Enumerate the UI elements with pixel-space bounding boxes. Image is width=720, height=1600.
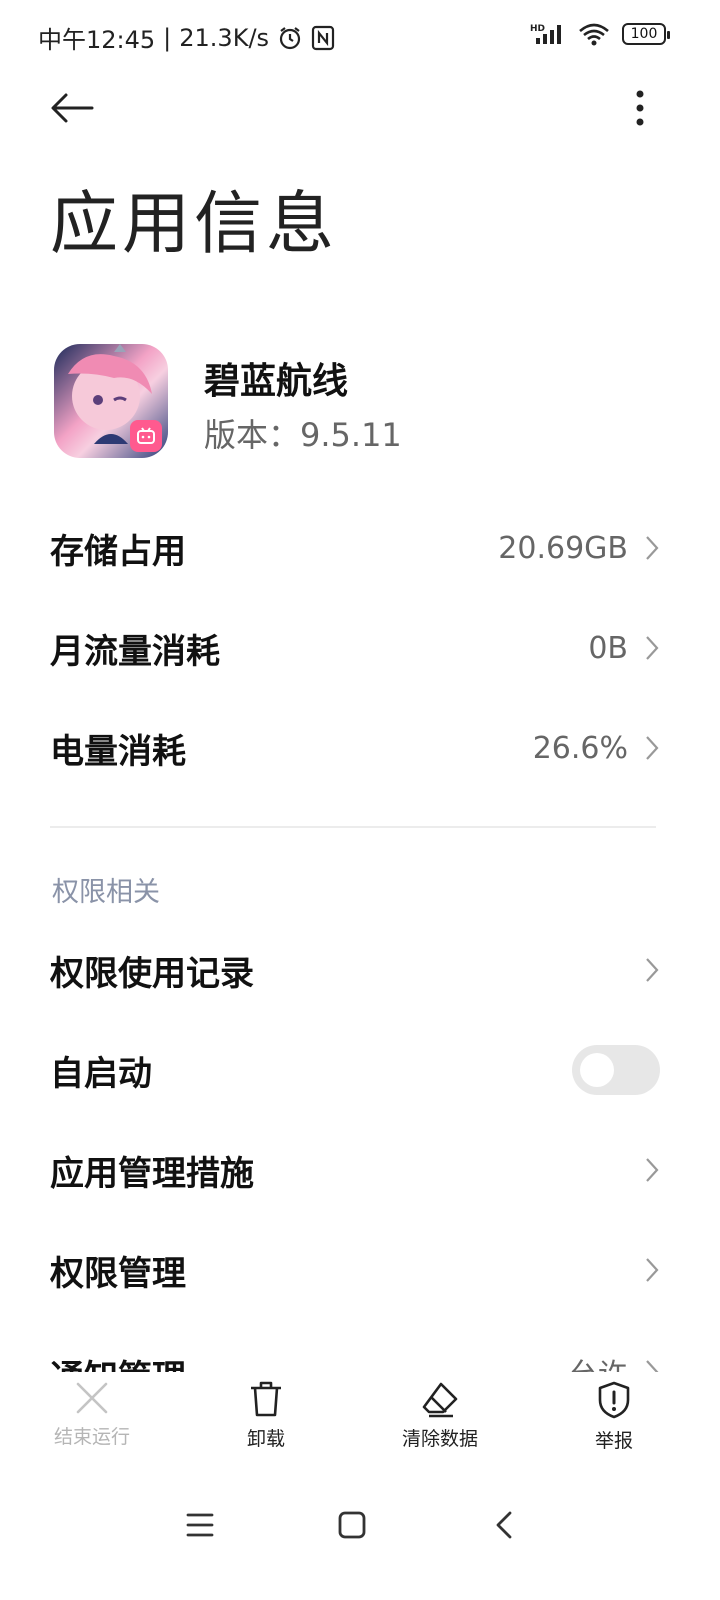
permission-management-row[interactable]: 权限管理 [50, 1220, 660, 1320]
data-usage-label: 月流量消耗 [50, 631, 220, 672]
permission-management-label: 权限管理 [50, 1253, 186, 1294]
report-label: 举报 [594, 1430, 633, 1452]
section-title-permissions: 权限相关 [52, 877, 160, 908]
battery-level: 100 [630, 26, 658, 42]
uninstall-label: 卸载 [246, 1428, 285, 1450]
app-management-label: 应用管理措施 [50, 1153, 254, 1194]
chevron-right-icon [646, 536, 659, 560]
square-icon [338, 1511, 366, 1539]
data-usage-row[interactable]: 月流量消耗 0B [50, 598, 660, 698]
status-network-speed: 21.3K/s [179, 23, 270, 52]
arrow-left-icon [51, 93, 94, 123]
status-time: 中午12:45 [38, 26, 156, 54]
back-nav-button[interactable] [474, 1500, 534, 1550]
more-options-button[interactable] [620, 80, 660, 136]
more-vertical-icon [636, 90, 644, 126]
bilibili-badge-icon [130, 420, 162, 452]
nfc-icon [311, 25, 335, 50]
battery-usage-value: 26.6% [532, 730, 628, 766]
svg-text:HD: HD [530, 24, 545, 34]
chevron-right-icon [646, 958, 659, 982]
system-nav-bar [0, 1490, 720, 1560]
battery-usage-label: 电量消耗 [50, 731, 186, 772]
uninstall-button[interactable]: 卸载 [196, 1380, 336, 1470]
permission-usage-record-label: 权限使用记录 [50, 953, 254, 994]
app-header: 碧蓝航线 版本：9.5.11 [54, 344, 666, 460]
recent-apps-button[interactable] [170, 1500, 230, 1550]
clear-data-label: 清除数据 [401, 1428, 478, 1450]
shield-alert-icon [598, 1381, 630, 1419]
chevron-right-icon [646, 636, 659, 660]
status-bar: 中午12:45 | 21.3K/s HD 100 [0, 0, 720, 72]
battery-usage-value-group: 26.6% [533, 731, 660, 766]
autostart-row: 自启动 [50, 1020, 660, 1120]
autostart-label: 自启动 [50, 1053, 152, 1094]
divider [50, 826, 656, 828]
app-icon [54, 344, 168, 458]
eraser-icon [422, 1382, 458, 1418]
status-right: HD 100 [530, 22, 670, 46]
status-separator: | [163, 23, 172, 52]
app-version: 版本：9.5.11 [204, 416, 402, 454]
permission-usage-record-row[interactable]: 权限使用记录 [50, 920, 660, 1020]
storage-label: 存储占用 [50, 531, 186, 572]
data-usage-value-group: 0B [588, 631, 660, 666]
battery-icon: 100 [622, 23, 670, 45]
app-name: 碧蓝航线 [204, 361, 349, 402]
home-button[interactable] [322, 1500, 382, 1550]
force-stop-label: 结束运行 [53, 1426, 130, 1448]
menu-icon [186, 1513, 214, 1537]
trash-icon [251, 1381, 281, 1417]
wifi-icon [579, 23, 609, 46]
page-title: 应用信息 [50, 185, 339, 264]
autostart-toggle[interactable] [572, 1045, 660, 1095]
back-button[interactable] [44, 80, 100, 136]
data-usage-value: 0B [588, 630, 628, 666]
bottom-action-bar: 结束运行 卸载 清除数据 举报 [0, 1372, 720, 1472]
toggle-knob [580, 1053, 614, 1087]
report-button[interactable]: 举报 [544, 1380, 684, 1470]
storage-value: 20.69GB [498, 530, 628, 566]
status-left: 中午12:45 | 21.3K/s [38, 20, 335, 55]
chevron-left-icon [496, 1511, 512, 1539]
battery-usage-row[interactable]: 电量消耗 26.6% [50, 698, 660, 798]
close-icon [76, 1382, 108, 1414]
chevron-right-icon [646, 1258, 659, 1282]
chevron-right-icon [646, 1158, 659, 1182]
clear-data-button[interactable]: 清除数据 [370, 1380, 510, 1470]
storage-row[interactable]: 存储占用 20.69GB [50, 498, 660, 598]
app-management-row[interactable]: 应用管理措施 [50, 1120, 660, 1220]
chevron-right-icon [646, 736, 659, 760]
alarm-icon [279, 26, 301, 49]
storage-value-group: 20.69GB [498, 531, 660, 566]
force-stop-button[interactable]: 结束运行 [22, 1380, 162, 1470]
hd-signal-icon: HD [530, 24, 561, 44]
